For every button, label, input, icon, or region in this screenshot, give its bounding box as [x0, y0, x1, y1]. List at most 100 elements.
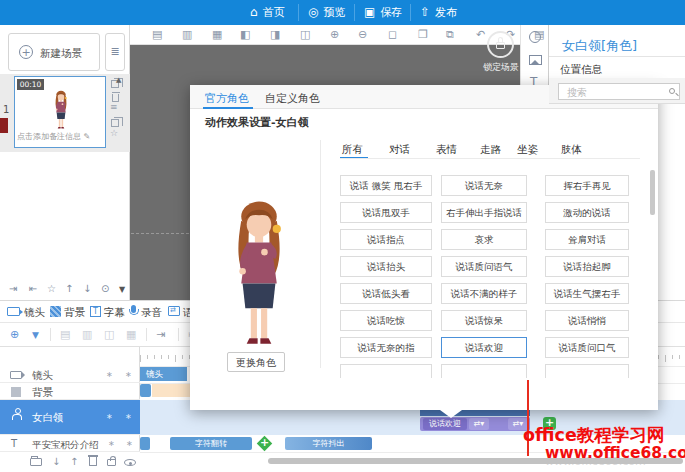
indent-icon[interactable]: ⇥: [156, 328, 165, 341]
character-action-clip[interactable]: 说话欢迎 ⇄▾ ⇄▾: [420, 417, 530, 431]
locate-icon[interactable]: ⊕: [10, 328, 19, 341]
action-button[interactable]: 说话生气摆右手: [545, 283, 629, 304]
layers-icon[interactable]: [111, 119, 119, 127]
subtitle-media-button[interactable]: 字幕: [104, 306, 125, 320]
star-icon[interactable]: ☆: [110, 128, 118, 138]
action-button[interactable]: 说话 微笑 甩右手: [340, 175, 432, 196]
delete-scene-icon[interactable]: [112, 94, 119, 102]
text-effect-clip-1[interactable]: 字符翻转: [170, 437, 252, 450]
category-tab-walk[interactable]: 走路: [480, 143, 501, 157]
filter-icon[interactable]: ▼: [32, 330, 39, 340]
star-icon[interactable]: ☆: [47, 283, 56, 294]
align-right-icon[interactable]: ▥: [182, 28, 192, 41]
category-tab-body[interactable]: 肢体: [561, 143, 582, 157]
align-bottom-icon[interactable]: ◨: [270, 28, 280, 41]
camera-media-button[interactable]: 镜头: [24, 306, 45, 320]
action-button[interactable]: 说话指点: [340, 229, 432, 250]
undo-icon[interactable]: ↶: [476, 28, 485, 41]
action-button[interactable]: 说话惊呆: [441, 310, 527, 331]
page-icon[interactable]: ❐: [418, 28, 428, 41]
loop-icon[interactable]: ⇄▾: [469, 418, 489, 430]
move-down-icon[interactable]: ↓: [52, 456, 60, 467]
tab-official-roles[interactable]: 官方角色: [205, 91, 249, 106]
align-middle-icon[interactable]: ◫: [300, 28, 310, 41]
dropdown-icon[interactable]: ▼: [119, 285, 125, 294]
move-up-icon[interactable]: ↑: [65, 283, 73, 294]
align-icon-2[interactable]: ▥: [82, 328, 92, 341]
action-button[interactable]: 哀求: [441, 229, 527, 250]
image-icon[interactable]: [529, 55, 542, 65]
scene-list-button[interactable]: ≣: [105, 33, 125, 71]
scene-note-placeholder[interactable]: 点击添加备注信息 ✎: [17, 131, 103, 142]
track-camera[interactable]: 镜头 ∗∗: [0, 366, 140, 383]
move-up-icon[interactable]: ↑: [70, 456, 78, 467]
publish-button[interactable]: ⇧发布: [420, 0, 457, 25]
list-icon[interactable]: ≡: [110, 102, 118, 112]
action-button[interactable]: 右手伸出手指说话: [441, 202, 527, 223]
action-button[interactable]: 说话质问语气: [441, 256, 527, 277]
new-scene-button[interactable]: + 新建场景: [8, 33, 100, 71]
track-character[interactable]: 女白领 ∗∗: [0, 400, 140, 435]
action-button[interactable]: 说话不满的样子: [441, 283, 527, 304]
track-text[interactable]: T 平安宝积分介绍 ∗∗: [0, 435, 140, 452]
text-chip[interactable]: [140, 437, 150, 450]
background-clip[interactable]: [152, 384, 190, 397]
zoom-out-icon[interactable]: ⊖: [358, 28, 367, 41]
more-icon[interactable]: ⊙: [101, 283, 109, 294]
align-left-icon[interactable]: ▤: [152, 28, 162, 41]
align-center-icon[interactable]: ▦: [212, 28, 222, 41]
zoom-in-icon[interactable]: ⊕: [330, 28, 339, 41]
eye-icon[interactable]: [124, 459, 136, 466]
action-button[interactable]: 说话无奈: [441, 175, 527, 196]
settings-icon[interactable]: ▤: [534, 28, 544, 41]
align-icon-4[interactable]: ▦: [126, 328, 136, 341]
lock-icon[interactable]: ◻: [388, 28, 397, 41]
record-media-button[interactable]: 录音: [141, 306, 162, 320]
move-down-icon[interactable]: ↓: [83, 283, 91, 294]
change-character-button[interactable]: 更换角色: [227, 352, 285, 372]
dialog-scrollbar[interactable]: [650, 170, 655, 215]
export-icon[interactable]: ⇤: [29, 283, 37, 294]
paste-icon[interactable]: ⧉: [446, 28, 454, 41]
category-tab-dialogue[interactable]: 对话: [389, 143, 410, 157]
background-chip[interactable]: [140, 384, 151, 397]
action-button[interactable]: 说话抬起脚: [545, 256, 629, 277]
background-media-button[interactable]: 背景: [64, 306, 85, 320]
action-button[interactable]: 说话质问口气: [545, 337, 629, 358]
import-icon[interactable]: ⇥: [9, 283, 17, 294]
folder-icon[interactable]: [30, 458, 42, 466]
preview-button[interactable]: ◎预览: [308, 0, 345, 25]
tab-custom-roles[interactable]: 自定义角色: [265, 91, 320, 106]
action-button[interactable]: 说话吃惊: [340, 310, 432, 331]
track-background[interactable]: 背景: [0, 383, 140, 400]
category-tab-expression[interactable]: 表情: [436, 143, 457, 157]
search-input[interactable]: 搜索: [558, 83, 680, 100]
action-button[interactable]: 说话悄悄: [545, 310, 629, 331]
action-button-clipped[interactable]: [545, 364, 629, 378]
save-button[interactable]: ▣保存: [364, 0, 402, 25]
action-button[interactable]: 说话抬头: [340, 256, 432, 277]
scroll-up-icon[interactable]: ▲: [116, 76, 121, 84]
action-button[interactable]: 挥右手再见: [545, 175, 629, 196]
action-button[interactable]: 说话欢迎: [441, 337, 527, 358]
action-button[interactable]: 说话无奈的指: [340, 337, 432, 358]
action-button-clipped[interactable]: [441, 364, 527, 378]
scene-item[interactable]: 1 00:10 点击添加备注信息 ✎ ≡ ☆: [0, 74, 130, 152]
action-button[interactable]: 说话低头看: [340, 283, 432, 304]
action-button-clipped[interactable]: [340, 364, 432, 378]
text-effect-clip-2[interactable]: 字符抖出: [285, 437, 372, 450]
action-button[interactable]: 耸肩对话: [545, 229, 629, 250]
align-top-icon[interactable]: ◧: [240, 28, 250, 41]
home-button[interactable]: ⌂首页: [250, 0, 285, 25]
category-tab-all[interactable]: 所有: [342, 143, 363, 157]
action-button[interactable]: 说话甩双手: [340, 202, 432, 223]
lock-icon[interactable]: [107, 459, 116, 466]
camera-clip[interactable]: 镜头: [140, 367, 187, 381]
action-button[interactable]: 激动的说话: [545, 202, 629, 223]
align-icon-3[interactable]: ◫: [104, 328, 114, 341]
category-tab-sit[interactable]: 坐姿: [517, 143, 538, 157]
scene-thumbnail[interactable]: 00:10 点击添加备注信息 ✎: [14, 76, 106, 148]
position-info-section[interactable]: 位置信息: [560, 63, 602, 77]
trash-icon[interactable]: [89, 457, 97, 466]
align-icon-1[interactable]: ▤: [60, 328, 70, 341]
